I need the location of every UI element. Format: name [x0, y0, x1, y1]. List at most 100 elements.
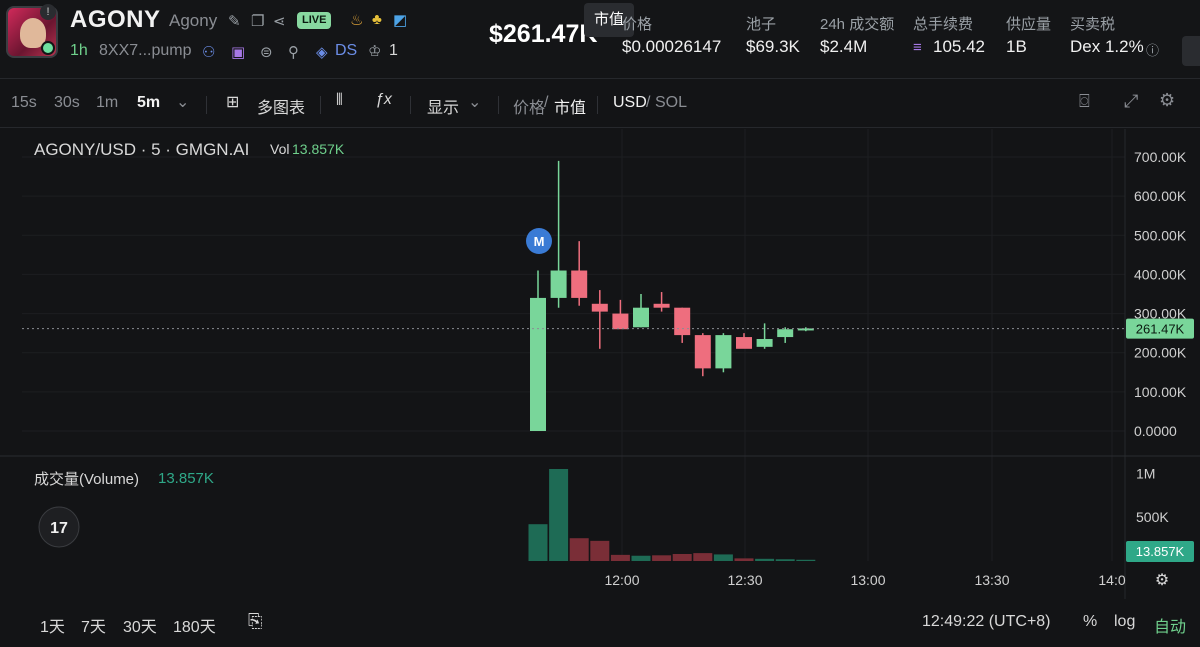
range-30d[interactable]: 30天 [123, 613, 157, 637]
stat-supply-label: 供应量 [1006, 16, 1052, 33]
interval-30s[interactable]: 30s [54, 94, 80, 112]
candle-body [694, 335, 711, 369]
live-label: LIVE [302, 14, 327, 26]
volume-bar [796, 559, 816, 561]
time-tick-label: 13:00 [850, 572, 885, 588]
auto-toggle[interactable]: 自动 [1154, 613, 1186, 637]
range-180d[interactable]: 180天 [173, 613, 216, 637]
volume-bar [755, 558, 775, 561]
toggle-slash: / [544, 94, 549, 111]
ds-label[interactable]: DS [335, 42, 357, 60]
price-tick-label: 700.00K [1134, 149, 1187, 165]
pair-legend: AGONY/USD · 5 · GMGN.AI [34, 140, 249, 159]
help-icon[interactable]: ⓘ [1146, 40, 1159, 59]
token-symbol: AGONY [70, 6, 161, 33]
volume-value: 13.857K [158, 470, 214, 487]
camera-icon[interactable]: ⌼ [1079, 91, 1090, 112]
search-icon[interactable]: ⚲ [288, 43, 299, 61]
tradingview-logo[interactable]: 17 [38, 506, 80, 548]
chart-toolbar: 15s 30s 1m 5m ⌄ ⊞ 多图表 ⫴ ƒx 显示 ⌄ 价格 / 市值 … [0, 80, 1200, 128]
interval-5m[interactable]: 5m [137, 94, 160, 112]
candle-body [633, 307, 649, 328]
current-value-tag: 261.47K [1126, 318, 1194, 339]
share-icon[interactable]: ⋖ [273, 12, 286, 30]
candle-body [797, 328, 814, 331]
usd-toggle[interactable]: USD [613, 94, 647, 112]
dexscreener-icon[interactable]: ◈ [316, 43, 328, 61]
currency-slash: / [646, 94, 651, 111]
stat-volume-value: $2.4M [820, 37, 868, 56]
edit-icon[interactable]: ✎ [228, 12, 241, 30]
log-toggle[interactable]: log [1114, 613, 1135, 631]
vol-legend-value: 13.857K [292, 141, 345, 157]
volume-bar [549, 469, 569, 561]
indicators-icon[interactable]: ƒx [375, 91, 392, 109]
percent-toggle[interactable]: % [1083, 613, 1097, 631]
price-chart[interactable]: 700.00K 600.00K 500.00K 400.00K 300.00K 200.0… [0, 129, 1200, 599]
solana-icon: ≡ [913, 39, 922, 56]
stat-price-value: $0.00026147 [622, 37, 722, 56]
token-address[interactable]: 8XX7...pump [99, 42, 192, 60]
volume-bar [590, 540, 610, 561]
time-axis-settings-icon[interactable]: ⚙ [1155, 572, 1169, 589]
price-tick-label: 400.00K [1134, 266, 1187, 282]
volume-bar [610, 554, 630, 561]
price-tick-label: 500.00K [1134, 227, 1187, 243]
price-tick-label: 600.00K [1134, 188, 1187, 204]
clock-time[interactable]: 12:49:22 (UTC+8) [922, 613, 1051, 631]
candle-body [777, 329, 794, 338]
mcap-toggle[interactable]: 市值 [554, 94, 586, 118]
candle-body [550, 270, 567, 298]
current-value-text: 261.47K [1136, 322, 1185, 337]
time-tick-label: 14:0 [1098, 572, 1125, 588]
volume-bar [672, 553, 692, 561]
live-badge: LIVE [297, 12, 332, 29]
stat-volume-label: 24h 成交额 [820, 16, 895, 33]
volume-bar [775, 559, 795, 561]
volume-tick-label: 1M [1136, 465, 1155, 481]
multi-chart-button[interactable]: 多图表 [257, 94, 305, 118]
chart-footer: 1天 7天 30天 180天 ⎘ 12:49:22 (UTC+8) % log … [0, 600, 1200, 647]
price-tick-label: 200.00K [1134, 345, 1187, 361]
holders-count: 1 [389, 42, 398, 59]
stat-supply-value: 1B [1006, 37, 1027, 56]
fullscreen-icon[interactable]: ⤢ [1124, 91, 1138, 112]
svg-text:17: 17 [50, 520, 68, 537]
interval-1m[interactable]: 1m [96, 94, 118, 112]
candle-style-icon[interactable]: ⫴ [336, 92, 343, 110]
token-age: 1h [70, 42, 88, 59]
sol-toggle[interactable]: SOL [655, 94, 687, 112]
time-tick-label: 12:30 [727, 572, 762, 588]
candle-body [653, 303, 670, 308]
volume-value-tag: 13.857K [1126, 541, 1194, 562]
stat-pool-value: $69.3K [746, 37, 800, 56]
settings-icon[interactable]: ⚙ [1159, 90, 1175, 111]
range-1d[interactable]: 1天 [40, 613, 65, 637]
price-toggle[interactable]: 价格 [513, 94, 545, 118]
interval-15s[interactable]: 15s [11, 94, 37, 112]
holders-icon[interactable]: ⚇ [202, 43, 215, 61]
calendar-icon[interactable]: ⎘ [248, 611, 262, 632]
volume-bar [713, 554, 733, 561]
time-tick-label: 13:30 [974, 572, 1009, 588]
stat-fees-value: 105.42 [933, 37, 985, 56]
side-panel-toggle[interactable] [1182, 36, 1200, 66]
token-name: Agony [169, 11, 218, 30]
menu-circle-icon[interactable]: ⊜ [260, 43, 273, 61]
range-7d[interactable]: 7天 [81, 613, 106, 637]
copy-icon[interactable]: ❐ [251, 12, 264, 30]
stat-fees-label: 总手续费 [913, 16, 974, 33]
display-dropdown[interactable]: 显示 [427, 94, 459, 118]
display-chevron-icon[interactable]: ⌄ [468, 92, 481, 112]
twitch-icon[interactable]: ▣ [231, 43, 245, 61]
stat-price-label: 价格 [622, 16, 653, 33]
marker-m-badge[interactable]: M [526, 228, 552, 254]
info-icon[interactable]: ! [40, 4, 56, 20]
price-tick-label: 100.00K [1134, 384, 1187, 400]
chevron-down-icon[interactable]: ⌄ [176, 92, 189, 112]
candle-body [591, 303, 608, 312]
candle-body [612, 313, 629, 330]
add-chart-icon[interactable]: ⊞ [226, 92, 239, 112]
candlestick-chart[interactable]: 700.00K600.00K500.00K400.00K300.00K200.0… [0, 129, 1200, 599]
candle-body [715, 335, 732, 369]
